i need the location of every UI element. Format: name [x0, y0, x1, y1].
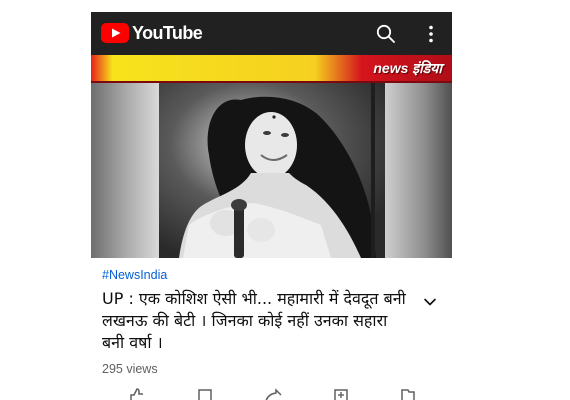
hashtag-link[interactable]: #NewsIndia [102, 268, 167, 282]
video-title[interactable]: UP : एक कोशिश ऐसी भी... महामारी में देवद… [102, 288, 412, 354]
youtube-logo[interactable]: YouTube [101, 23, 203, 43]
search-button[interactable] [374, 22, 398, 46]
save-to-playlist-icon [334, 389, 348, 400]
share-button[interactable] [262, 386, 284, 400]
search-icon [376, 24, 395, 43]
channel-watermark-bar: news इंडिया [91, 55, 452, 85]
video-details: #NewsIndia UP : एक कोशिश ऐसी भी... महामा… [91, 258, 452, 400]
chevron-down-icon [424, 298, 436, 306]
top-app-bar: YouTube [91, 12, 452, 55]
youtube-play-icon [101, 23, 129, 43]
dislike-button[interactable] [194, 386, 216, 400]
video-frame [91, 55, 452, 258]
more-vertical-icon [429, 25, 433, 43]
action-row [91, 386, 452, 400]
view-count: 295 views [102, 362, 158, 376]
like-icon [130, 388, 143, 400]
add-to-playlist-button[interactable] [330, 386, 352, 400]
share-icon [265, 388, 282, 400]
mobile-youtube-page: YouTube news इंडिया #NewsIndia UP: एक क… [91, 12, 452, 400]
channel-watermark: news इंडिया [373, 60, 442, 76]
app-name: YouTube [132, 23, 203, 43]
expand-description-button[interactable] [422, 294, 438, 310]
video-player[interactable]: news इंडिया [91, 55, 452, 258]
like-button[interactable] [126, 386, 148, 400]
save-button[interactable] [397, 386, 419, 400]
more-options-button[interactable] [419, 22, 443, 46]
save-icon [401, 389, 415, 400]
dislike-icon [198, 389, 212, 400]
